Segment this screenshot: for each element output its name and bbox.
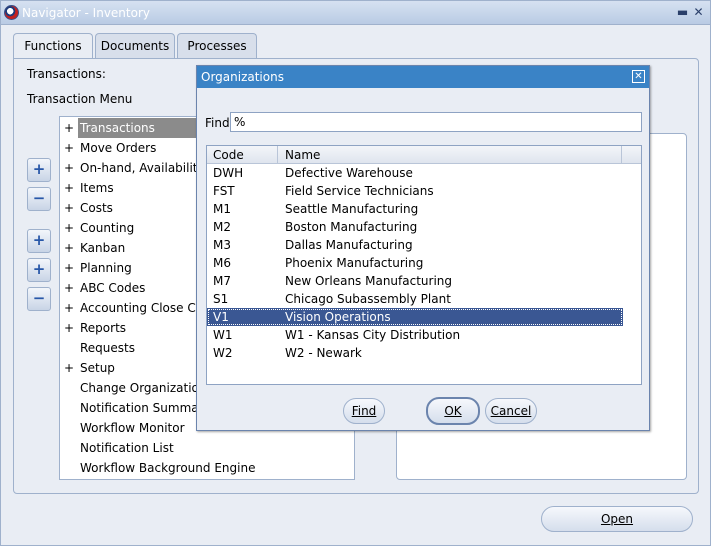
org-name: Boston Manufacturing	[285, 220, 418, 234]
list-row[interactable]: M7 New Orleans Manufacturing	[207, 272, 623, 290]
expand-icon: +	[63, 201, 75, 215]
tab-documents[interactable]: Documents	[95, 33, 175, 59]
list-row[interactable]: M1 Seattle Manufacturing	[207, 200, 623, 218]
column-header-code[interactable]: Code	[213, 148, 244, 162]
expand-icon: +	[63, 121, 75, 135]
expand-icon: +	[63, 241, 75, 255]
column-divider	[277, 146, 278, 164]
close-icon[interactable]: ✕	[692, 6, 705, 19]
expand-icon: +	[63, 321, 75, 335]
list-row[interactable]: FST Field Service Technicians	[207, 182, 623, 200]
column-header-name[interactable]: Name	[285, 148, 320, 162]
org-code: FST	[213, 184, 235, 198]
transactions-label: Transactions:	[27, 67, 106, 81]
tree-item-label: Reports	[80, 321, 127, 335]
org-name: W1 - Kansas City Distribution	[285, 328, 461, 342]
expand-icon: +	[63, 361, 75, 375]
tree-item-label: Notification List	[80, 441, 174, 455]
expand-icon: +	[63, 301, 75, 315]
window-title: Navigator - Inventory	[22, 6, 150, 20]
find-button[interactable]: Find	[343, 398, 385, 424]
list-row[interactable]: W1 W1 - Kansas City Distribution	[207, 326, 623, 344]
org-name: Phoenix Manufacturing	[285, 256, 424, 270]
expand-branch-button[interactable]: +	[27, 229, 51, 253]
expand-all-button[interactable]: +	[27, 258, 51, 282]
org-code: M3	[213, 238, 231, 252]
open-button[interactable]: Open	[541, 506, 693, 532]
org-code: M2	[213, 220, 231, 234]
list-row[interactable]: M2 Boston Manufacturing	[207, 218, 623, 236]
dialog-close-icon[interactable]: ✕	[632, 70, 645, 83]
list-row-selected[interactable]: V1 Vision Operations	[207, 308, 623, 326]
tree-item-label: Items	[80, 181, 114, 195]
tree-item[interactable]: Notification List	[60, 438, 354, 458]
org-code: M7	[213, 274, 231, 288]
cancel-button-label: Cancel	[490, 404, 532, 418]
tree-item-label: Kanban	[80, 241, 126, 255]
minimize-icon[interactable]: ▬	[676, 6, 689, 19]
expand-icon: +	[63, 181, 75, 195]
org-code: V1	[213, 310, 229, 324]
collapse-all-button[interactable]: −	[27, 287, 51, 311]
org-name: Chicago Subassembly Plant	[285, 292, 451, 306]
org-name: W2 - Newark	[285, 346, 362, 360]
oracle-logo-icon	[4, 5, 19, 20]
expand-icon: +	[63, 261, 75, 275]
expand-icon: +	[63, 141, 75, 155]
navigator-window: Navigator - Inventory ▬ ✕ Functions Docu…	[0, 0, 711, 546]
dialog-title: Organizations	[197, 66, 649, 88]
org-name: Field Service Technicians	[285, 184, 434, 198]
tree-item[interactable]: Workflow Background Engine	[60, 458, 354, 478]
column-divider	[621, 146, 622, 164]
list-header: Code Name	[207, 146, 641, 164]
tree-item-label: ABC Codes	[80, 281, 146, 295]
tab-processes[interactable]: Processes	[177, 33, 257, 59]
org-name: Defective Warehouse	[285, 166, 413, 180]
collapse-button[interactable]: −	[27, 187, 51, 211]
list-row[interactable]: S1 Chicago Subassembly Plant	[207, 290, 623, 308]
tree-item-label: Counting	[80, 221, 135, 235]
title-bar: Navigator - Inventory ▬ ✕	[1, 1, 710, 25]
tree-item-label: Move Orders	[80, 141, 157, 155]
list-row[interactable]: M3 Dallas Manufacturing	[207, 236, 623, 254]
expand-button[interactable]: +	[27, 158, 51, 182]
tree-item-label: Workflow Background Engine	[80, 461, 256, 475]
list-row[interactable]: W2 W2 - Newark	[207, 344, 623, 362]
ok-button[interactable]: OK	[426, 397, 480, 425]
org-name: Dallas Manufacturing	[285, 238, 413, 252]
organizations-dialog: Organizations ✕ Find Code Name DWH Defect…	[196, 65, 650, 431]
expand-icon: +	[63, 281, 75, 295]
organizations-list: Code Name DWH Defective Warehouse FST Fiel…	[206, 145, 642, 385]
cancel-button[interactable]: Cancel	[485, 398, 537, 424]
tree-item-label: Notification Summary	[80, 401, 211, 415]
tree-item-label: Setup	[80, 361, 115, 375]
list-row[interactable]: M6 Phoenix Manufacturing	[207, 254, 623, 272]
org-code: M1	[213, 202, 231, 216]
ok-button-label: OK	[444, 404, 462, 418]
tree-item-label: Workflow Monitor	[80, 421, 185, 435]
org-name: Seattle Manufacturing	[285, 202, 419, 216]
tree-item-label: Planning	[80, 261, 132, 275]
tree-item-label: On-hand, Availability	[80, 161, 205, 175]
org-code: S1	[213, 292, 229, 306]
org-code: M6	[213, 256, 231, 270]
org-code: W2	[213, 346, 233, 360]
open-button-label: Open	[600, 512, 634, 526]
find-button-label: Find	[351, 404, 377, 418]
org-code: W1	[213, 328, 233, 342]
tab-functions[interactable]: Functions	[13, 33, 93, 60]
tree-item-label: Change Organization	[80, 381, 207, 395]
org-code: DWH	[213, 166, 244, 180]
expand-icon: +	[63, 221, 75, 235]
org-name: New Orleans Manufacturing	[285, 274, 453, 288]
list-row[interactable]: DWH Defective Warehouse	[207, 164, 623, 182]
find-label: Find	[205, 116, 230, 130]
org-name: Vision Operations	[285, 310, 391, 324]
find-input[interactable]	[230, 112, 642, 132]
transaction-menu-label: Transaction Menu	[27, 92, 133, 106]
tree-item-label: Costs	[80, 201, 113, 215]
expand-icon: +	[63, 161, 75, 175]
tree-item-label: Requests	[80, 341, 135, 355]
